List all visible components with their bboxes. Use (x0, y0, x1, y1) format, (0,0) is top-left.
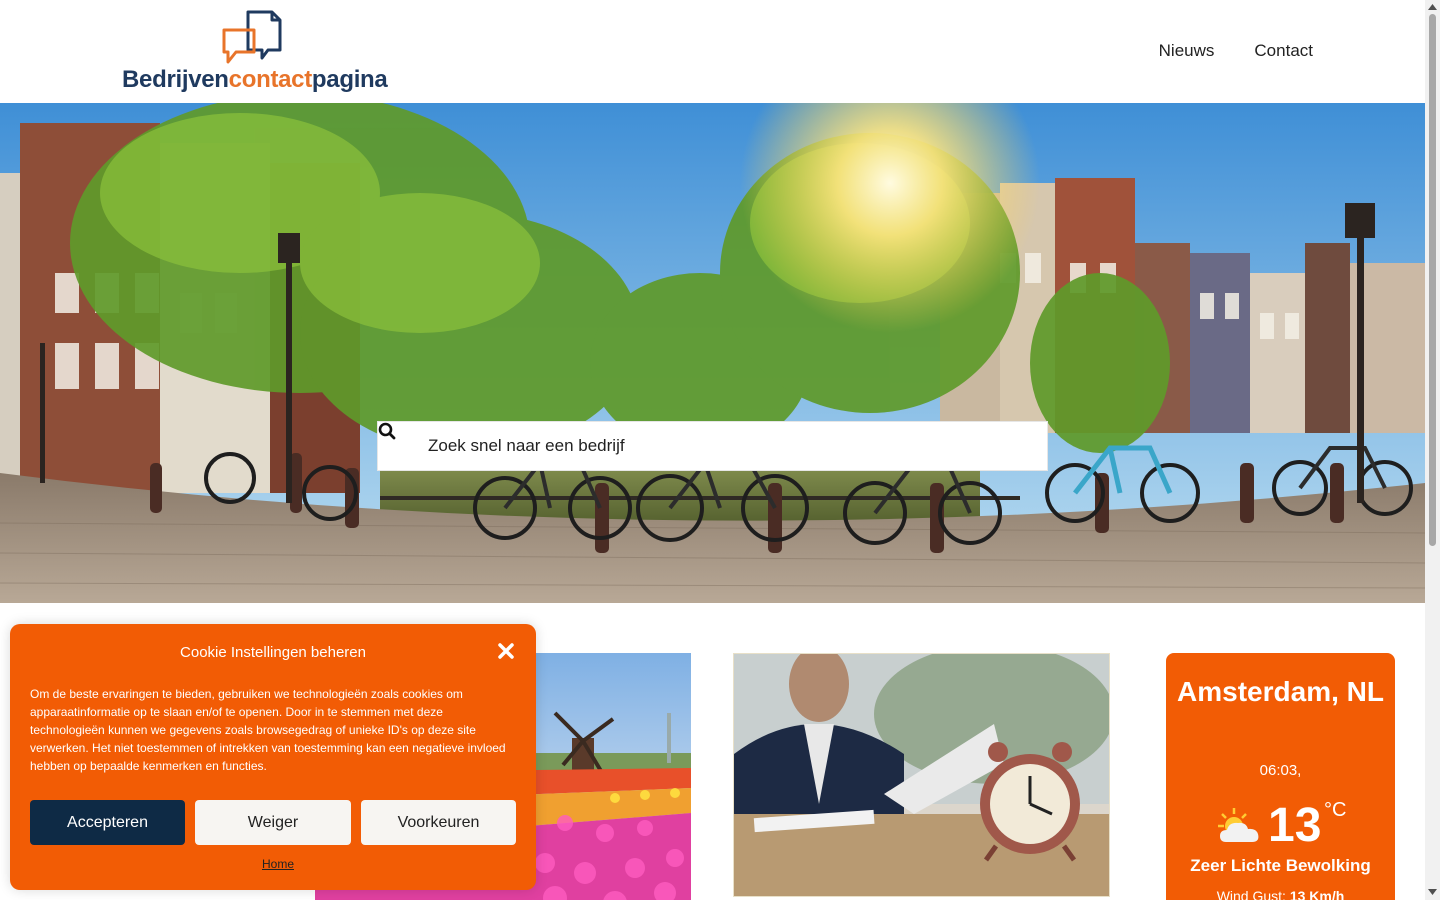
weather-description: Zeer Lichte Bewolking (1190, 856, 1371, 875)
weather-time: 06:03, (1259, 762, 1302, 779)
weather-city: Amsterdam, NL (1177, 676, 1384, 707)
article-image-alarm-clock-laptop[interactable] (733, 653, 1110, 897)
cookie-title: Cookie Instellingen beheren (180, 644, 366, 661)
weather-wind-label: Wind Gust: (1216, 888, 1286, 900)
company-search-bar[interactable] (377, 421, 1048, 471)
weather-wind: Wind Gust: 13 Km/h (1166, 888, 1395, 900)
deny-cookies-button[interactable]: Weiger (195, 800, 351, 845)
logo-text-part1: Bedrijven (122, 66, 229, 93)
hero-banner (0, 103, 1425, 603)
hero-image-amsterdam-canal (0, 103, 1425, 603)
site-header: Bedrijvencontactpagina Nieuws Contact (0, 0, 1425, 103)
cookie-preferences-button[interactable]: Voorkeuren (361, 800, 516, 845)
accept-cookies-button[interactable]: Accepteren (30, 800, 185, 845)
page: Bedrijvencontactpagina Nieuws Contact Zo… (0, 0, 1440, 900)
cookie-consent-dialog: Cookie Instellingen beheren Om de beste … (10, 624, 536, 890)
scroll-up-arrow-icon[interactable] (1428, 3, 1437, 11)
weather-widget: Amsterdam, NL 06:03, 13 °C Zeer Lichte B… (1166, 653, 1395, 900)
search-input[interactable] (428, 426, 1028, 466)
weather-unit: °C (1324, 799, 1347, 821)
logo-wordmark: Bedrijvencontactpagina (122, 66, 388, 94)
nav-link-contact[interactable]: Contact (1254, 41, 1313, 61)
site-logo[interactable]: Bedrijvencontactpagina (122, 8, 388, 96)
cookie-home-link[interactable]: Home (10, 857, 546, 871)
main-nav: Nieuws Contact (1159, 41, 1313, 61)
weather-wind-value: 13 Km/h (1289, 888, 1345, 900)
cookie-description: Om de beste ervaringen te bieden, gebrui… (30, 687, 506, 773)
search-icon[interactable] (378, 421, 428, 471)
close-icon[interactable] (496, 641, 516, 661)
scroll-down-arrow-icon[interactable] (1428, 888, 1437, 896)
cloud-sun-icon (1218, 808, 1259, 842)
page-scrollbar[interactable] (1425, 0, 1440, 900)
logo-text-part2: contact (228, 66, 313, 93)
nav-link-nieuws[interactable]: Nieuws (1159, 41, 1215, 61)
weather-temperature: 13 (1268, 799, 1322, 852)
logo-text-part3: pagina (311, 66, 388, 93)
scrollbar-thumb[interactable] (1429, 14, 1436, 546)
speech-bubbles-icon (222, 10, 282, 64)
